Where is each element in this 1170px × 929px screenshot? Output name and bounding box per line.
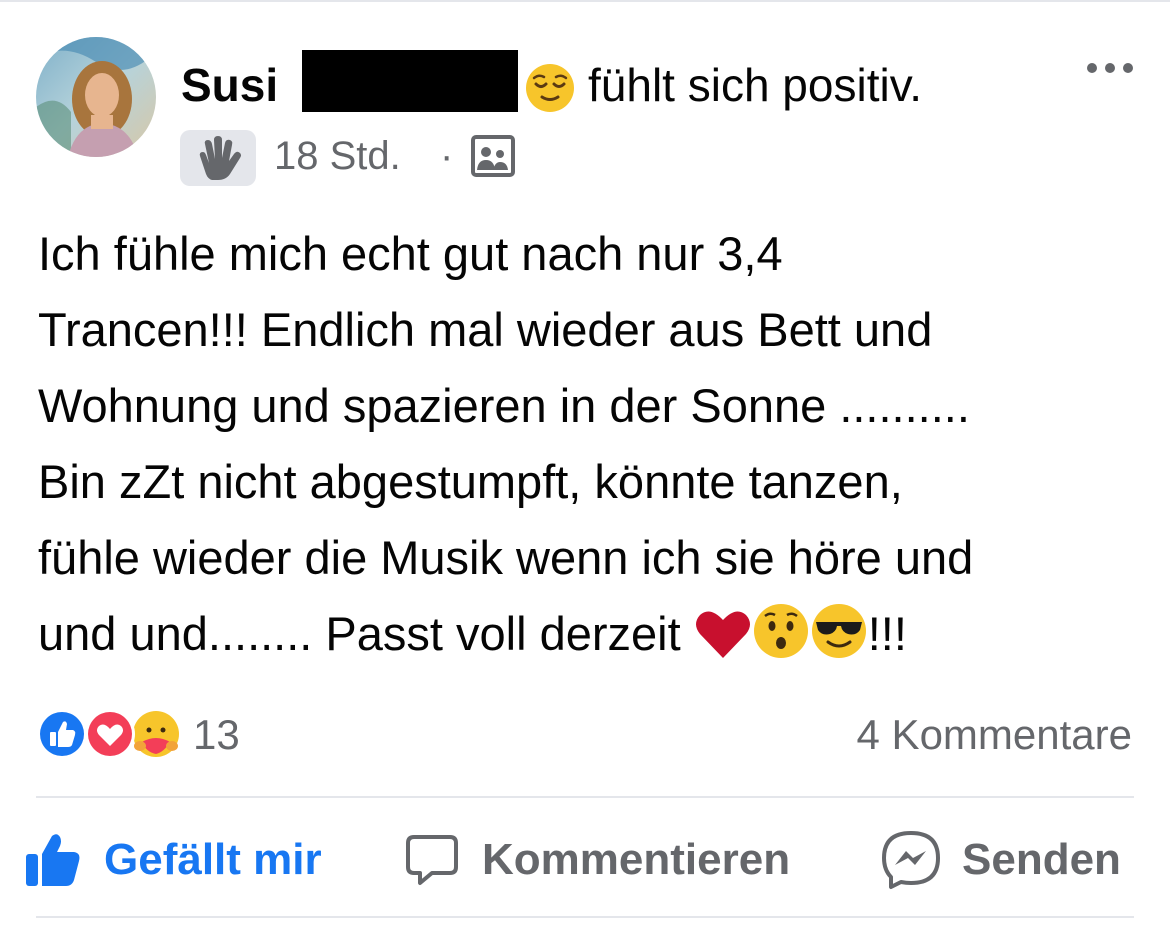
relieved-face-emoji-icon: [524, 62, 576, 119]
feeling-text: fühlt sich positiv.: [588, 59, 923, 111]
wave-hand-icon: [199, 136, 241, 180]
messenger-icon: [882, 831, 940, 889]
meta-separator: ·: [440, 134, 454, 178]
top-divider: [0, 0, 1170, 2]
body-line-text: und und........ Passt voll derzeit: [38, 607, 681, 660]
comment-label: Kommentieren: [482, 835, 791, 884]
wave-badge[interactable]: [180, 130, 256, 186]
author-avatar[interactable]: [36, 37, 156, 157]
like-label: Gefällt mir: [104, 835, 322, 884]
body-line: Bin zZt nicht abgestumpft, könnte tanzen…: [38, 455, 903, 508]
send-label: Senden: [962, 835, 1121, 884]
body-line-last: und und........ Passt voll derzeit !!!: [38, 596, 1138, 682]
comment-bubble-icon: [406, 835, 458, 885]
red-heart-icon: [694, 606, 752, 682]
body-line: Ich fühle mich echt gut nach nur 3,4: [38, 227, 783, 280]
redacted-surname: [302, 50, 518, 112]
comment-button[interactable]: Kommentieren: [404, 828, 790, 892]
body-line: Trancen!!! Endlich mal wieder aus Bett u…: [38, 303, 933, 356]
like-button[interactable]: Gefällt mir: [24, 828, 322, 892]
reaction-count[interactable]: 13: [193, 710, 240, 760]
post-body: Ich fühle mich echt gut nach nur 3,4 Tra…: [38, 216, 1138, 682]
body-line-end: !!!: [867, 607, 907, 660]
more-options-icon[interactable]: [1084, 58, 1136, 78]
audience-icon[interactable]: [470, 134, 516, 183]
sunglasses-face-icon: [810, 602, 868, 682]
comments-count-link[interactable]: 4 Kommentare: [857, 710, 1132, 760]
body-line: Wohnung und spazieren in der Sonne .....…: [38, 379, 970, 432]
like-reaction-icon: [37, 709, 87, 759]
hushed-face-icon: [752, 602, 810, 682]
divider-top: [36, 796, 1134, 798]
divider-bottom: [36, 916, 1134, 918]
reaction-icons[interactable]: [36, 708, 186, 760]
body-line: fühle wieder die Musik wenn ich sie höre…: [38, 531, 974, 584]
love-reaction-icon: [85, 709, 135, 759]
author-name[interactable]: Susi: [181, 58, 278, 112]
send-button[interactable]: Senden: [880, 828, 1121, 892]
post-time[interactable]: 18 Std.: [274, 131, 401, 181]
thumbs-up-icon: [26, 834, 80, 886]
care-reaction-icon: [133, 711, 179, 757]
